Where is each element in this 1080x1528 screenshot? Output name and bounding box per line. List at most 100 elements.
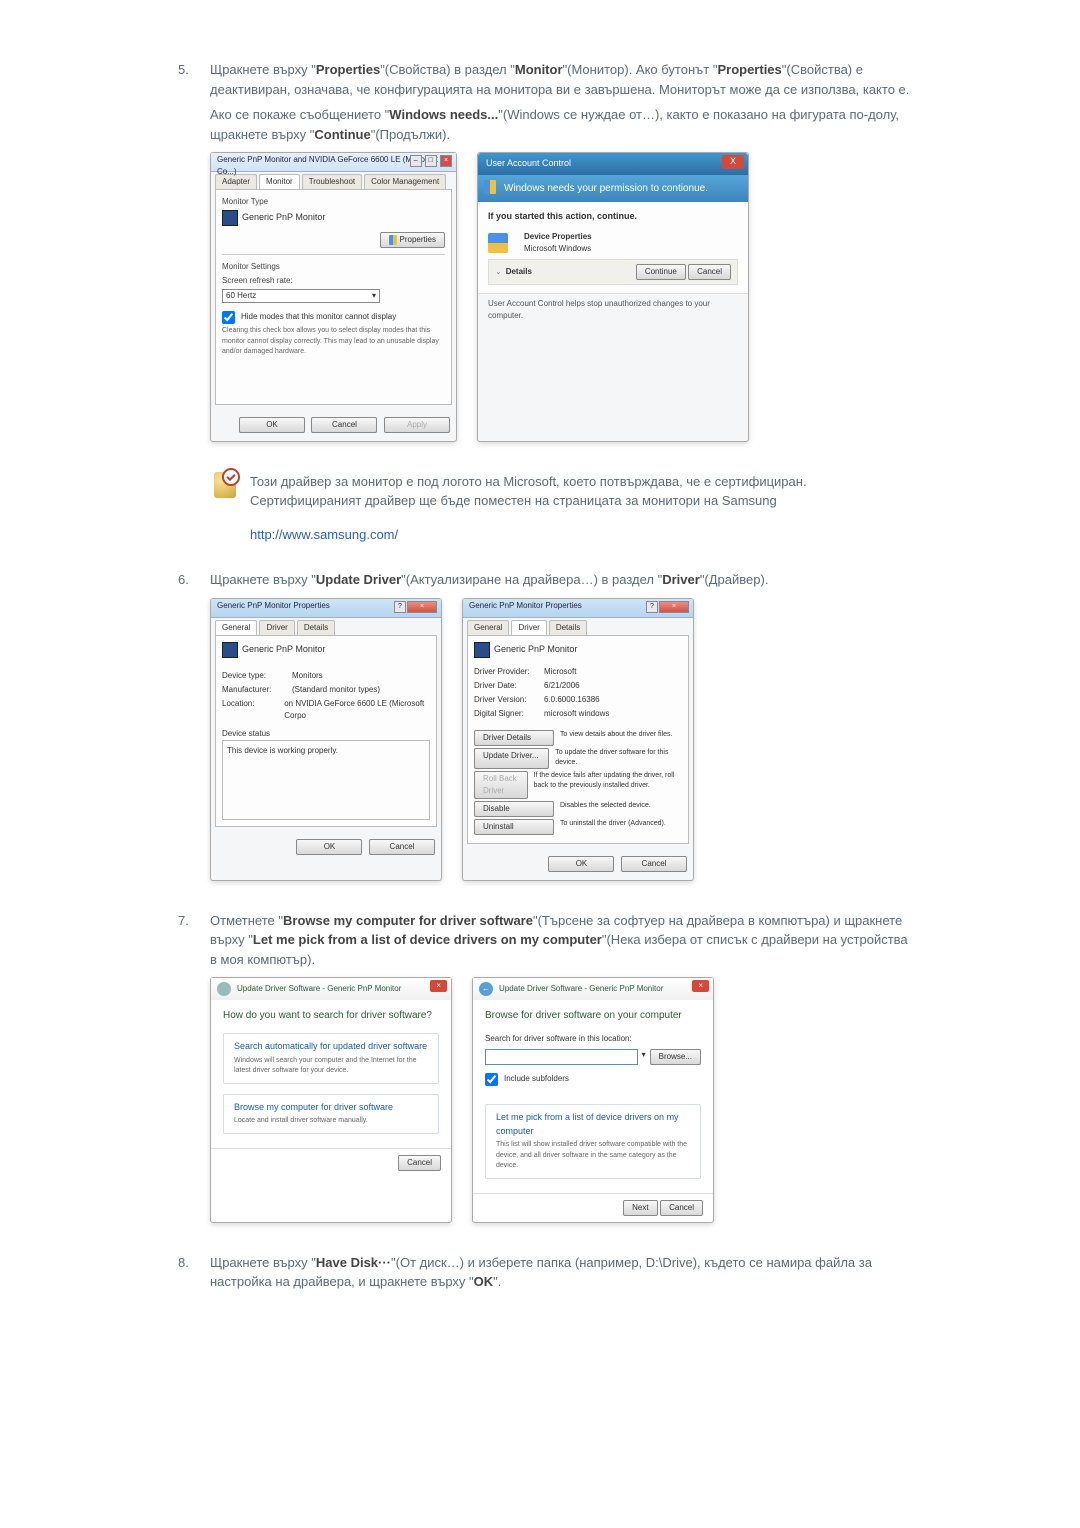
- tab-troubleshoot[interactable]: Troubleshoot: [302, 174, 362, 189]
- close-icon[interactable]: ×: [440, 155, 452, 167]
- back-icon[interactable]: ←: [479, 982, 493, 996]
- continue-button[interactable]: Continue: [636, 264, 686, 280]
- t: Let me pick from a list of device driver…: [253, 932, 602, 947]
- apply-button[interactable]: Apply: [384, 417, 450, 433]
- path-input[interactable]: [485, 1049, 638, 1065]
- option-browse-computer[interactable]: Browse my computer for driver software L…: [223, 1094, 439, 1134]
- t: OK: [474, 1274, 494, 1289]
- uninstall-button[interactable]: Uninstall: [474, 819, 554, 835]
- option-desc: Windows will search your computer and th…: [234, 1056, 428, 1077]
- option-title: Search automatically for updated driver …: [234, 1040, 428, 1054]
- tab-details[interactable]: Details: [297, 620, 335, 635]
- help-icon[interactable]: ?: [394, 601, 406, 613]
- tab-general[interactable]: General: [467, 620, 509, 635]
- chevron-down-icon[interactable]: ▾: [642, 1049, 646, 1065]
- ok-button[interactable]: OK: [239, 417, 305, 433]
- step8-text: Щракнете върху "Have Disk···"(От диск…) …: [210, 1253, 910, 1292]
- t: "(Актуализиране на драйвера…) в раздел ": [401, 572, 662, 587]
- option-pick-from-list[interactable]: Let me pick from a list of device driver…: [485, 1104, 701, 1179]
- close-icon[interactable]: ×: [659, 601, 689, 613]
- checkmark-icon: [222, 468, 240, 486]
- shield-icon: [389, 235, 397, 245]
- t: Щракнете върху ": [210, 572, 316, 587]
- help-icon[interactable]: ?: [646, 601, 658, 613]
- driver-details-button[interactable]: Driver Details: [474, 730, 554, 746]
- t: Properties: [717, 62, 781, 77]
- ok-button[interactable]: OK: [548, 856, 614, 872]
- chevron-down-icon[interactable]: ⌄: [495, 266, 502, 278]
- uac-dialog: User Account Control X Windows needs you…: [477, 152, 749, 442]
- disable-desc: Disables the selected device.: [560, 801, 651, 817]
- t: Щракнете върху ": [210, 1255, 316, 1270]
- cert-line1: Този драйвер за монитор е под логото на …: [250, 472, 807, 492]
- uac-footer-text: User Account Control helps stop unauthor…: [478, 293, 748, 330]
- wizard-browse: × ← Update Driver Software - Generic PnP …: [472, 977, 714, 1223]
- program-icon: [488, 233, 508, 253]
- samsung-link[interactable]: http://www.samsung.com/: [250, 527, 398, 542]
- cancel-button[interactable]: Cancel: [311, 417, 377, 433]
- details-link[interactable]: Details: [506, 266, 532, 278]
- tab-monitor[interactable]: Monitor: [259, 174, 300, 189]
- prov-k: Driver Provider:: [474, 666, 544, 678]
- disable-button[interactable]: Disable: [474, 801, 554, 817]
- date-k: Driver Date:: [474, 680, 544, 692]
- dialog-title: Generic PnP Monitor Properties: [469, 601, 582, 610]
- t: Monitor: [515, 62, 563, 77]
- back-icon[interactable]: [217, 982, 231, 996]
- t: Ако се покаже съобщението ": [210, 107, 389, 122]
- next-button[interactable]: Next: [623, 1200, 657, 1216]
- monitor-icon: [222, 210, 238, 226]
- option-desc: This list will show installed driver sof…: [496, 1140, 690, 1172]
- uac-prog-name: Device Properties: [524, 231, 592, 243]
- t: Browse my computer for driver software: [283, 913, 533, 928]
- ver-v: 6.0.6000.16386: [544, 694, 600, 706]
- close-icon[interactable]: ×: [430, 980, 447, 992]
- refresh-rate-select[interactable]: 60 Hertz▾: [222, 289, 380, 303]
- t: ".: [493, 1274, 501, 1289]
- cancel-button[interactable]: Cancel: [660, 1200, 703, 1216]
- browse-button[interactable]: Browse...: [650, 1049, 701, 1065]
- list-number: 6.: [178, 570, 189, 590]
- wizard-crumb: Update Driver Software - Generic PnP Mon…: [499, 983, 663, 995]
- ok-button[interactable]: OK: [296, 839, 362, 855]
- hide-modes-checkbox[interactable]: [222, 311, 235, 324]
- properties-button[interactable]: Properties: [380, 232, 445, 248]
- cancel-button[interactable]: Cancel: [688, 264, 731, 280]
- t: Driver: [662, 572, 700, 587]
- tab-general[interactable]: General: [215, 620, 257, 635]
- include-subfolders-checkbox[interactable]: [485, 1073, 498, 1086]
- uac-title: User Account Control: [486, 157, 571, 171]
- option-auto-search[interactable]: Search automatically for updated driver …: [223, 1033, 439, 1084]
- t: Properties: [316, 62, 380, 77]
- tab-driver[interactable]: Driver: [259, 620, 294, 635]
- list-number: 5.: [178, 60, 189, 80]
- wizard-heading: Browse for driver software on your compu…: [485, 1008, 701, 1023]
- monitor-icon: [474, 642, 490, 658]
- close-icon[interactable]: ×: [407, 601, 437, 613]
- cancel-button[interactable]: Cancel: [621, 856, 687, 872]
- tab-color-mgmt[interactable]: Color Management: [364, 174, 446, 189]
- refresh-rate-value: 60 Hertz: [226, 291, 256, 300]
- maximize-icon[interactable]: □: [425, 155, 437, 167]
- t: Щракнете върху ": [210, 62, 316, 77]
- minimize-icon[interactable]: –: [410, 155, 422, 167]
- wizard-crumb: Update Driver Software - Generic PnP Mon…: [237, 983, 401, 995]
- step6-text: Щракнете върху "Update Driver"(Актуализи…: [210, 570, 910, 590]
- close-icon[interactable]: X: [722, 155, 744, 169]
- update-driver-button[interactable]: Update Driver...: [474, 748, 549, 769]
- tab-details[interactable]: Details: [549, 620, 587, 635]
- cancel-button[interactable]: Cancel: [398, 1155, 441, 1171]
- include-subfolders-label: Include subfolders: [504, 1073, 569, 1085]
- close-icon[interactable]: ×: [692, 980, 709, 992]
- rollback-button[interactable]: Roll Back Driver: [474, 771, 528, 799]
- monitor-properties-dialog: Generic PnP Monitor and NVIDIA GeForce 6…: [210, 152, 457, 442]
- devtype-k: Device type:: [222, 670, 292, 682]
- tab-driver[interactable]: Driver: [511, 620, 546, 635]
- monitor-type-label: Monitor Type: [222, 196, 445, 208]
- option-title: Browse my computer for driver software: [234, 1101, 428, 1115]
- loc-k: Location:: [222, 698, 284, 722]
- step5-text2: Ако се покаже съобщението "Windows needs…: [210, 105, 910, 144]
- uac-titlebar: User Account Control X: [478, 153, 748, 175]
- cancel-button[interactable]: Cancel: [369, 839, 435, 855]
- logo-shield-icon: [214, 472, 236, 498]
